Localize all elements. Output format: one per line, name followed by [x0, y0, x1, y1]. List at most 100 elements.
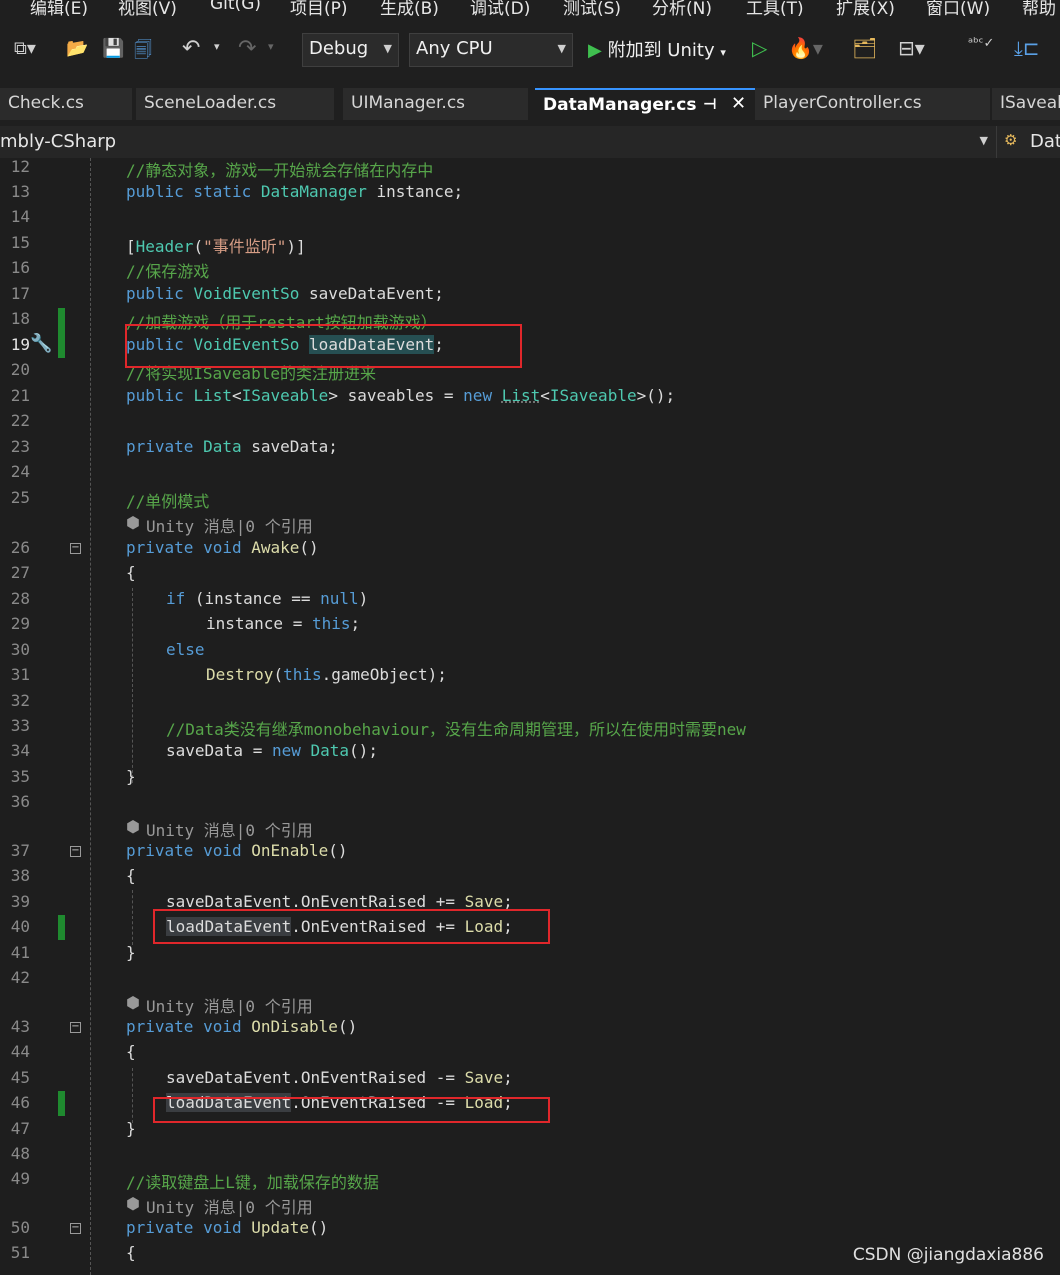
- line-number: 39: [10, 892, 30, 911]
- line-number: 48: [10, 1144, 30, 1163]
- annotation-box: [153, 1097, 550, 1123]
- tab-isaveable[interactable]: ISaveab: [992, 88, 1060, 120]
- step-icon[interactable]: ⤓⊏: [1014, 36, 1040, 60]
- menu-project[interactable]: 项目(P): [290, 0, 348, 18]
- line-number: 24: [10, 462, 30, 481]
- menu-test[interactable]: 测试(S): [563, 0, 621, 18]
- quick-actions-screwdriver-icon[interactable]: 🔧: [30, 333, 52, 354]
- tab-check[interactable]: Check.cs: [0, 88, 132, 120]
- code-line: 42: [0, 965, 1060, 990]
- codelens[interactable]: ⬢ Unity 消息|0 个引用: [0, 1191, 1060, 1217]
- new-item-icon[interactable]: ⧉▾: [14, 38, 36, 59]
- code-line: 34 saveData = new Data();: [0, 738, 1060, 763]
- line-number: 19: [10, 335, 30, 354]
- line-number: 51: [10, 1243, 30, 1262]
- code-text: [Header("事件监听")]: [126, 237, 306, 256]
- project-dropdown[interactable]: mbly-CSharp ▼: [0, 126, 997, 158]
- code-text: {: [126, 563, 136, 582]
- code-text: saveData = new Data();: [166, 741, 378, 760]
- menu-tools[interactable]: 工具(T): [746, 0, 804, 18]
- code-line: 26 − private void Awake(): [0, 535, 1060, 560]
- line-number: 27: [10, 563, 30, 582]
- configuration-select[interactable]: Debug ▼: [302, 33, 399, 67]
- line-number: 44: [10, 1042, 30, 1061]
- line-number: 37: [10, 841, 30, 860]
- project-name: mbly-CSharp: [0, 131, 117, 152]
- code-line: 45 saveDataEvent.OnEventRaised -= Save;: [0, 1065, 1060, 1090]
- codelens[interactable]: ⬢ Unity 消息|0 个引用: [0, 510, 1060, 537]
- collapse-icon[interactable]: −: [70, 846, 81, 857]
- platform-value: Any CPU: [416, 38, 493, 59]
- menu-extensions[interactable]: 扩展(X): [836, 0, 895, 18]
- menu-window[interactable]: 窗口(W): [926, 0, 990, 18]
- collapse-icon[interactable]: −: [70, 1022, 81, 1033]
- code-text: public List<ISaveable> saveables = new L…: [126, 386, 676, 405]
- undo-icon[interactable]: ↶: [182, 36, 200, 61]
- attach-unity-label: 附加到 Unity: [607, 40, 715, 61]
- code-line: 13 public static DataManager instance;: [0, 179, 1060, 204]
- hot-reload-icon[interactable]: 🔥▾: [788, 36, 823, 60]
- code-editor[interactable]: 12 //静态对象，游戏一开始就会存储在内存中 13 public static…: [0, 158, 1060, 1275]
- code-line: 33 //Data类没有继承monobehaviour，没有生命周期管理，所以在…: [0, 713, 1060, 739]
- save-all-icon[interactable]: 🗐: [134, 38, 152, 68]
- menu-build[interactable]: 生成(B): [380, 0, 439, 18]
- line-number: 25: [10, 488, 30, 507]
- solution-explorer-icon[interactable]: 🗂: [852, 36, 877, 60]
- code-text: }: [126, 767, 136, 786]
- line-number: 15: [10, 233, 30, 252]
- code-text: public VoidEventSo saveDataEvent;: [126, 284, 444, 303]
- line-number: 33: [10, 716, 30, 735]
- annotation-box: [153, 909, 550, 944]
- tab-playercontroller[interactable]: PlayerController.cs: [755, 88, 990, 120]
- line-number: 20: [10, 360, 30, 379]
- line-number: 43: [10, 1017, 30, 1036]
- menu-view[interactable]: 视图(V): [118, 0, 177, 18]
- redo-icon[interactable]: ↷: [238, 36, 256, 61]
- tab-sceneloader[interactable]: SceneLoader.cs: [136, 88, 334, 120]
- undo-dropdown-icon[interactable]: ▾: [214, 40, 220, 53]
- code-line: 35 }: [0, 764, 1060, 789]
- platform-select[interactable]: Any CPU ▼: [409, 33, 573, 67]
- code-text: {: [126, 1042, 136, 1061]
- code-line: 24: [0, 459, 1060, 484]
- navigation-bar: mbly-CSharp ▼ ⚙ Dat: [0, 126, 1060, 159]
- tab-uimanager[interactable]: UIManager.cs: [343, 88, 528, 120]
- collapse-icon[interactable]: −: [70, 1223, 81, 1234]
- collapse-icon[interactable]: −: [70, 543, 81, 554]
- code-text: instance = this;: [206, 614, 361, 633]
- comment: //读取键盘上L键，加载保存的数据: [126, 1173, 379, 1192]
- line-number: 45: [10, 1068, 30, 1087]
- menu-edit[interactable]: 编辑(E): [30, 0, 88, 18]
- redo-dropdown-icon[interactable]: ▾: [268, 40, 274, 53]
- close-icon[interactable]: ✕: [731, 93, 746, 114]
- tab-label: SceneLoader.cs: [144, 93, 277, 113]
- line-number: 46: [10, 1093, 30, 1112]
- window-layout-icon[interactable]: ⊟▾: [898, 36, 925, 60]
- comment: //单例模式: [126, 492, 210, 511]
- unity-icon: ⬢: [126, 513, 140, 532]
- tab-datamanager[interactable]: DataManager.cs ⊣ ✕: [535, 88, 755, 120]
- menu-debug[interactable]: 调试(D): [470, 0, 530, 18]
- save-icon[interactable]: 💾: [102, 38, 124, 59]
- spell-check-icon[interactable]: ᵃᵇᶜ✓: [968, 36, 994, 51]
- codelens[interactable]: ⬢ Unity 消息|0 个引用: [0, 990, 1060, 1016]
- annotation-box: [125, 324, 522, 368]
- line-number: 26: [10, 538, 30, 557]
- member-dropdown[interactable]: ⚙ Dat: [1002, 126, 1060, 158]
- codelens-text[interactable]: Unity 消息|0 个引用: [146, 513, 313, 537]
- codelens[interactable]: ⬢ Unity 消息|0 个引用: [0, 814, 1060, 840]
- menu-help[interactable]: 帮助: [1022, 0, 1056, 18]
- line-number: 31: [10, 665, 30, 684]
- code-line: 30 else: [0, 637, 1060, 662]
- open-folder-icon[interactable]: 📂: [66, 38, 88, 59]
- attach-unity-button[interactable]: ▶ 附加到 Unity ▾: [588, 36, 726, 66]
- pin-icon[interactable]: ⊣: [703, 95, 717, 113]
- comment: //保存游戏: [126, 262, 210, 281]
- comment: //静态对象，游戏一开始就会存储在内存中: [126, 161, 434, 180]
- tab-label: ISaveab: [1000, 93, 1060, 113]
- code-line: 49 //读取键盘上L键，加载保存的数据: [0, 1166, 1060, 1192]
- menu-git[interactable]: Git(G): [210, 0, 261, 14]
- start-without-debug-icon[interactable]: ▷: [752, 36, 767, 60]
- code-text: }: [126, 943, 136, 962]
- menu-analyze[interactable]: 分析(N): [652, 0, 712, 18]
